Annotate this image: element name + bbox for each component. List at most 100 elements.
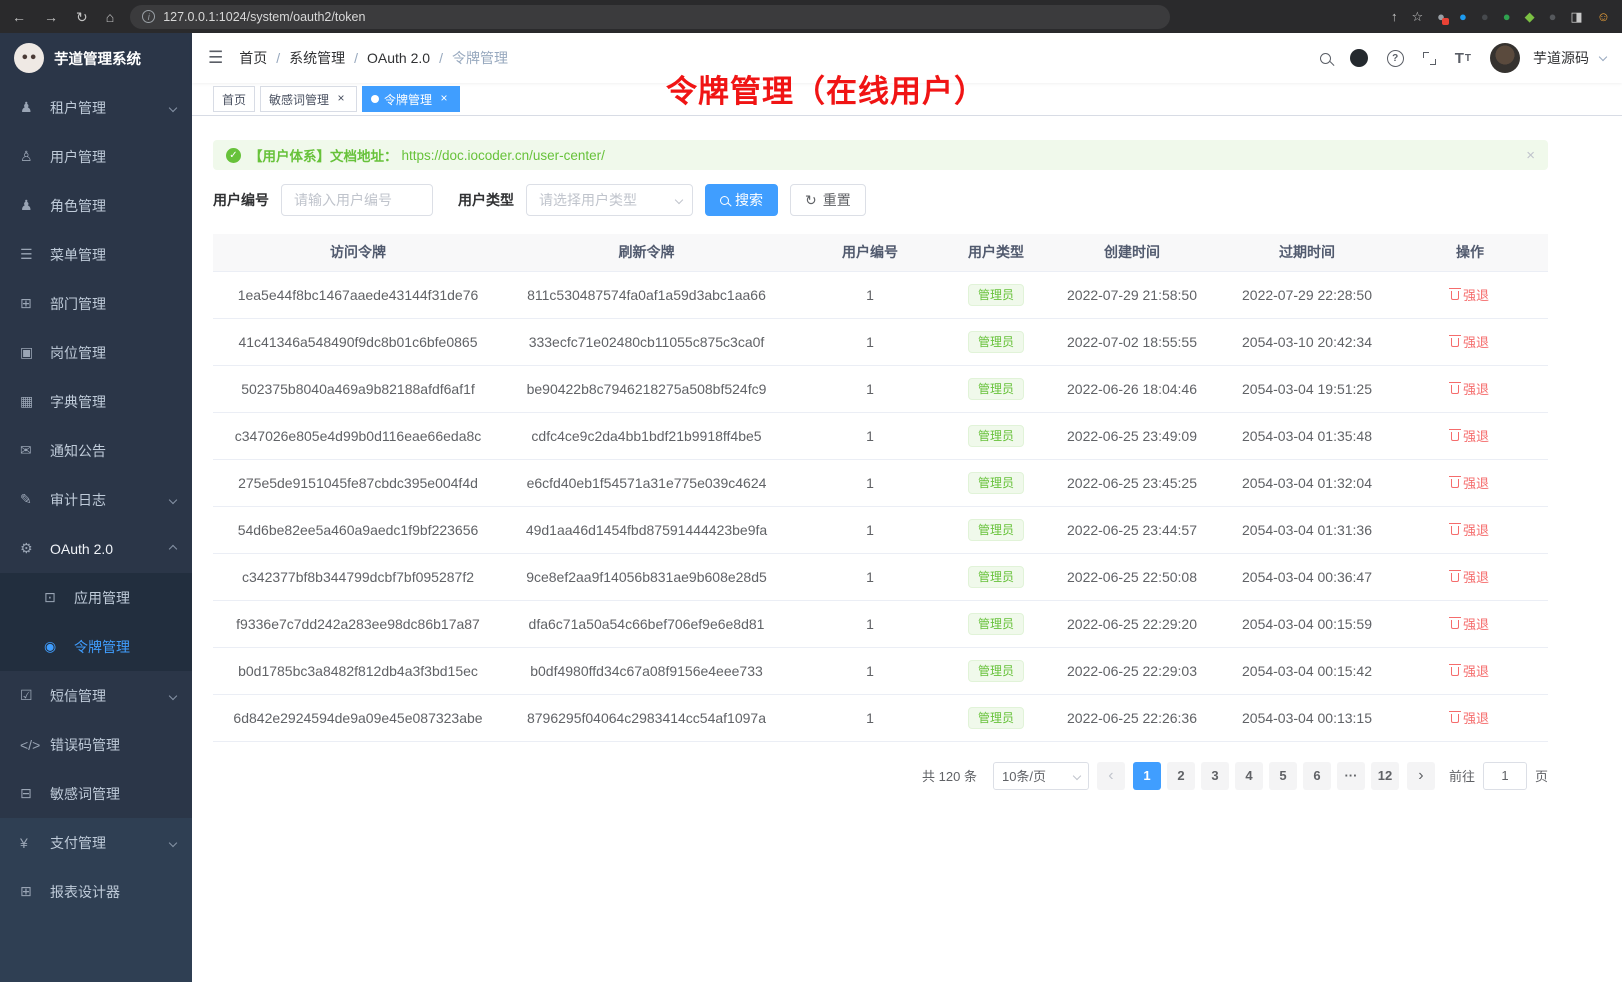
- chevron-down-icon[interactable]: [1599, 52, 1607, 60]
- page-button[interactable]: 2: [1167, 762, 1195, 790]
- sidebar-item-oauth2-app[interactable]: ⊡应用管理: [0, 573, 192, 622]
- sidebar-item-label: 租户管理: [50, 98, 106, 118]
- split-view-icon[interactable]: ◨: [1570, 10, 1582, 23]
- create-time-cell: 2022-06-25 22:29:20: [1042, 600, 1222, 647]
- access-token-cell: 502375b8040a469a9b82188afdf6af1f: [213, 365, 503, 412]
- close-icon[interactable]: ×: [334, 92, 348, 106]
- expire-time-cell: 2054-03-04 01:31:36: [1222, 506, 1392, 553]
- reset-button[interactable]: ↻重置: [790, 184, 866, 216]
- close-icon[interactable]: ×: [1526, 147, 1535, 164]
- force-logout-button[interactable]: 强退: [1451, 285, 1489, 304]
- tab-sensitive-word[interactable]: 敏感词管理×: [260, 86, 357, 112]
- access-token-cell: c342377bf8b344799dcbf7bf095287f2: [213, 553, 503, 600]
- page-button[interactable]: 5: [1269, 762, 1297, 790]
- force-logout-button[interactable]: 强退: [1451, 708, 1489, 727]
- forward-icon[interactable]: →: [44, 10, 58, 24]
- goto-page-input[interactable]: [1483, 762, 1527, 790]
- font-size-icon[interactable]: TT: [1455, 50, 1471, 67]
- share-icon[interactable]: ↑: [1391, 10, 1398, 23]
- page-button[interactable]: 12: [1371, 762, 1399, 790]
- sidebar-collapse-icon[interactable]: ☰: [208, 48, 223, 68]
- sidebar-item-pay[interactable]: ¥支付管理: [0, 818, 192, 867]
- sidebar-item-oauth2[interactable]: ⚙OAuth 2.0: [0, 524, 192, 573]
- user-type-select[interactable]: 请选择用户类型: [526, 184, 693, 216]
- address-bar[interactable]: i 127.0.0.1:1024/system/oauth2/token: [130, 5, 1170, 29]
- page-button[interactable]: 4: [1235, 762, 1263, 790]
- sidebar-item-tenant[interactable]: ♟租户管理: [0, 83, 192, 132]
- breadcrumb-item[interactable]: OAuth 2.0: [367, 50, 430, 66]
- user-avatar[interactable]: [1490, 43, 1520, 73]
- bookmark-star-icon[interactable]: ☆: [1411, 10, 1423, 23]
- select-placeholder: 请选择用户类型: [539, 190, 637, 210]
- extension-green-icon[interactable]: ●: [1503, 10, 1511, 23]
- sidebar-item-user[interactable]: ♙用户管理: [0, 132, 192, 181]
- force-logout-button[interactable]: 强退: [1451, 661, 1489, 680]
- breadcrumb-item[interactable]: 首页: [239, 48, 267, 68]
- delete-icon: [1451, 667, 1459, 676]
- tab-token[interactable]: 令牌管理×: [362, 86, 460, 112]
- delete-icon: [1451, 714, 1459, 723]
- sidebar-item-label: 支付管理: [50, 833, 106, 853]
- sidebar-item-menu[interactable]: ☰菜单管理: [0, 230, 192, 279]
- force-logout-button[interactable]: 强退: [1451, 520, 1489, 539]
- force-logout-button[interactable]: 强退: [1451, 426, 1489, 445]
- sidebar-item-sensitive-word[interactable]: ⊟敏感词管理: [0, 769, 192, 818]
- create-time-cell: 2022-07-29 21:58:50: [1042, 271, 1222, 318]
- user-id-input[interactable]: [281, 184, 433, 216]
- force-logout-label: 强退: [1463, 426, 1489, 445]
- page-button[interactable]: 6: [1303, 762, 1331, 790]
- site-info-icon[interactable]: i: [142, 10, 155, 23]
- sidebar-item-role[interactable]: ♟角色管理: [0, 181, 192, 230]
- twitter-extension-icon[interactable]: ●: [1459, 10, 1467, 23]
- search-button[interactable]: 搜索: [705, 184, 778, 216]
- sidebar-item-error-code[interactable]: </>错误码管理: [0, 720, 192, 769]
- tab-home[interactable]: 首页: [213, 86, 255, 112]
- doc-link[interactable]: https://doc.iocoder.cn/user-center/: [402, 148, 605, 163]
- user-id-label: 用户编号: [213, 190, 269, 210]
- sidebar-item-dept[interactable]: ⊞部门管理: [0, 279, 192, 328]
- user-name[interactable]: 芋道源码: [1533, 48, 1589, 68]
- reload-icon[interactable]: ↻: [76, 10, 88, 24]
- sidebar-item-oauth2-token[interactable]: ◉令牌管理: [0, 622, 192, 671]
- more-pages-button[interactable]: ···: [1337, 762, 1365, 790]
- action-cell: 强退: [1392, 506, 1548, 553]
- refresh-token-cell: dfa6c71a50a54c66bef706ef9e6e8d81: [503, 600, 790, 647]
- column-header: 访问令牌: [213, 234, 503, 271]
- close-icon[interactable]: ×: [437, 92, 451, 106]
- page-button[interactable]: 1: [1133, 762, 1161, 790]
- browser-nav-buttons: ← → ↻ ⌂: [12, 10, 114, 24]
- prev-page-button[interactable]: ‹: [1097, 762, 1125, 790]
- force-logout-button[interactable]: 强退: [1451, 567, 1489, 586]
- access-token-cell: 54d6be82ee5a460a9aedc1f9bf223656: [213, 506, 503, 553]
- help-icon[interactable]: ?: [1387, 50, 1404, 67]
- active-tab-dot: [371, 95, 379, 103]
- chevron-down-icon: [169, 103, 177, 111]
- back-icon[interactable]: ←: [12, 10, 26, 24]
- refresh-icon: ↻: [805, 193, 817, 207]
- sidebar-item-notice[interactable]: ✉通知公告: [0, 426, 192, 475]
- force-logout-button[interactable]: 强退: [1451, 332, 1489, 351]
- home-icon[interactable]: ⌂: [106, 10, 114, 24]
- app-logo[interactable]: 芋道管理系统: [0, 33, 192, 83]
- force-logout-button[interactable]: 强退: [1451, 614, 1489, 633]
- next-page-button[interactable]: ›: [1407, 762, 1435, 790]
- page-size-select[interactable]: 10条/页: [993, 762, 1089, 790]
- fullscreen-icon[interactable]: [1423, 52, 1436, 65]
- column-header: 创建时间: [1042, 234, 1222, 271]
- extension-dark-icon[interactable]: ●: [1481, 10, 1489, 23]
- sidebar-item-post[interactable]: ▣岗位管理: [0, 328, 192, 377]
- extension-gray-icon[interactable]: ●: [1549, 10, 1557, 23]
- github-icon[interactable]: [1350, 49, 1368, 67]
- profile-avatar-icon[interactable]: ☺: [1597, 10, 1610, 23]
- force-logout-button[interactable]: 强退: [1451, 473, 1489, 492]
- page-button[interactable]: 3: [1201, 762, 1229, 790]
- puzzle-extension-icon[interactable]: ◆: [1525, 10, 1535, 23]
- sidebar-item-audit-log[interactable]: ✎审计日志: [0, 475, 192, 524]
- search-icon[interactable]: [1320, 53, 1331, 64]
- sidebar-item-report-designer[interactable]: ⊞报表设计器: [0, 867, 192, 916]
- breadcrumb-item[interactable]: 系统管理: [289, 48, 345, 68]
- force-logout-button[interactable]: 强退: [1451, 379, 1489, 398]
- extension-icon[interactable]: ●: [1437, 10, 1445, 23]
- sidebar-item-dict[interactable]: ▦字典管理: [0, 377, 192, 426]
- sidebar-item-sms[interactable]: ☑短信管理: [0, 671, 192, 720]
